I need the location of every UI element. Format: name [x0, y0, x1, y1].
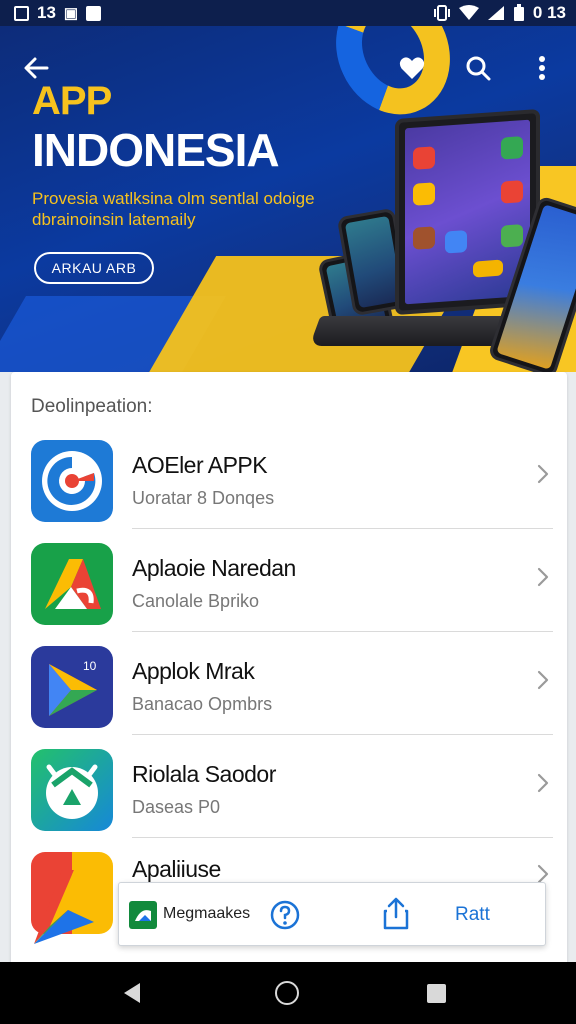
nav-home-icon[interactable] [275, 981, 299, 1005]
hero-cta-button[interactable]: ARKAU ARB [34, 252, 154, 284]
system-nav-bar [0, 962, 576, 1024]
more-options-button[interactable] [520, 46, 564, 90]
app-name: Riolala Saodor [132, 761, 276, 787]
section-title: Deolinpeation: [31, 396, 153, 417]
chevron-right-icon [537, 567, 549, 587]
chevron-right-icon [537, 464, 549, 484]
action-bar-label[interactable]: Megmaakes [163, 905, 250, 923]
action-bar-link[interactable]: Ratt [455, 904, 490, 926]
vibrate-icon [433, 5, 450, 21]
help-icon[interactable] [269, 899, 301, 931]
gallery-notification-icon [14, 5, 29, 21]
favorite-button[interactable] [390, 46, 434, 90]
nav-back-icon[interactable] [122, 982, 142, 1004]
app-tile-icon: 10 [31, 646, 113, 728]
hero-title-line1: APP [32, 79, 112, 123]
app-tile-icon [31, 440, 113, 522]
svg-text:10: 10 [83, 659, 97, 673]
app-screen: 13 ▣ 0 13 APP INDONESIA Provesia watlksi… [0, 0, 576, 1024]
back-arrow-icon [24, 57, 49, 79]
list-item[interactable]: Riolala Saodor Daseas P0 [11, 735, 567, 838]
search-icon [466, 56, 491, 81]
nav-recents-icon[interactable] [427, 984, 446, 1003]
hero-title-line2: INDONESIA [32, 124, 280, 176]
action-bar: Megmaakes Ratt [118, 882, 546, 946]
app-icon [413, 146, 435, 170]
heart-icon [399, 57, 425, 79]
brand-logo [28, 866, 100, 950]
app-name: Apaliiuse [132, 856, 221, 882]
app-tile-icon [31, 543, 113, 625]
wifi-icon [458, 5, 479, 20]
hero-banner: APP INDONESIA Provesia watlksina olm sen… [0, 26, 576, 372]
chevron-right-icon [537, 773, 549, 793]
list-item[interactable]: 10 Applok Mrak Banacao Opmbrs [11, 632, 567, 735]
app-subtitle: Banacao Opmbrs [132, 694, 273, 714]
app-icon [501, 136, 523, 160]
app-icon [413, 182, 435, 206]
app-subtitle: Uoratar 8 Donqes [132, 488, 275, 508]
chevron-right-icon [537, 670, 549, 690]
app-icon [501, 180, 523, 204]
list-item[interactable]: AOEler APPK Uoratar 8 Donqes [11, 426, 567, 529]
app-tile-icon [31, 749, 113, 831]
app-icon [413, 226, 435, 250]
app-name: Aplaoie Naredan [132, 555, 296, 581]
notification-icon: ▣ [63, 5, 79, 22]
list-item[interactable]: Aplaoie Naredan Canolale Bpriko [11, 529, 567, 632]
tag-icon [129, 901, 157, 929]
battery-icon [513, 4, 524, 21]
app-icon [501, 224, 523, 248]
status-left-label: 13 [37, 3, 56, 22]
hero-subtitle: Provesia watlksina olm sentlal odoige db… [32, 189, 315, 229]
hero-text: APP INDONESIA Provesia watlksina olm sen… [32, 80, 332, 230]
download-notification-icon [86, 5, 102, 21]
more-vert-icon [539, 56, 545, 80]
app-name: AOEler APPK [132, 452, 268, 478]
signal-icon [487, 6, 504, 20]
app-icon [473, 259, 503, 278]
status-bar: 13 ▣ 0 13 [0, 0, 576, 26]
app-subtitle: Canolale Bpriko [132, 591, 260, 611]
status-time: 0 13 [532, 3, 566, 22]
search-button[interactable] [456, 46, 500, 90]
app-icon [445, 230, 467, 254]
share-icon[interactable] [381, 897, 411, 931]
app-subtitle: Daseas P0 [132, 797, 221, 817]
app-name: Applok Mrak [132, 658, 255, 684]
